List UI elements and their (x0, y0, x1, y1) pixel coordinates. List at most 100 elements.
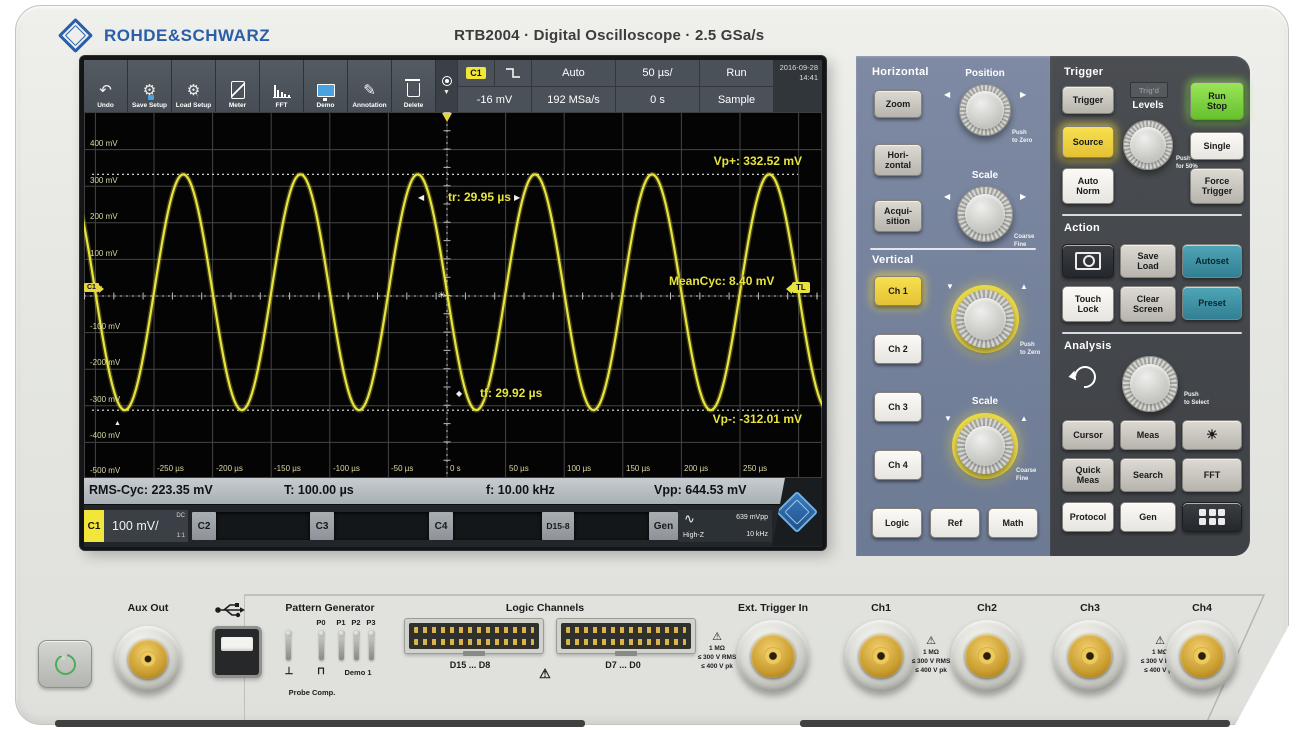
channel3-slot[interactable] (334, 512, 429, 540)
channel3-tab[interactable]: C3 (310, 512, 334, 540)
position-knob-label: Position (950, 68, 1020, 79)
display-settings-button[interactable]: ▼ (436, 60, 457, 112)
y-axis-label: -500 mV (90, 466, 120, 475)
horizontal-position-knob[interactable] (959, 84, 1011, 136)
intensity-button[interactable]: ☀ (1182, 420, 1242, 450)
navigation-knob-hint: Push to Select (1184, 392, 1209, 408)
channel1-level-marker[interactable]: C1 (84, 283, 99, 292)
undo-button[interactable]: ↶ Undo (84, 60, 128, 112)
generator-amplitude: 639 mVpp (736, 514, 768, 521)
channel1-button[interactable]: Ch 1 (874, 276, 922, 306)
channel2-tab[interactable]: C2 (192, 512, 216, 540)
meter-button[interactable]: Meter (216, 60, 260, 112)
screenshot-button[interactable] (1062, 244, 1114, 278)
cursor-button[interactable]: Cursor (1062, 420, 1114, 450)
p3-pin[interactable] (369, 630, 374, 660)
demo-button[interactable]: Demo (304, 60, 348, 112)
preset-button[interactable]: Preset (1182, 286, 1242, 320)
zoom-button[interactable]: Zoom (874, 90, 922, 118)
fft-button[interactable]: FFT (260, 60, 304, 112)
mean-cyc-annotation: MeanCyc: 8.40 mV (669, 274, 774, 288)
horizontal-scale-knob[interactable] (957, 186, 1013, 242)
channel4-tab[interactable]: C4 (429, 512, 453, 540)
acquisition-button[interactable]: Acqui- sition (874, 200, 922, 232)
apps-button[interactable] (1182, 502, 1242, 532)
p2-pin[interactable] (354, 630, 359, 660)
position-knob-hint: Push to Zero (1012, 130, 1032, 146)
single-button[interactable]: Single (1190, 132, 1244, 160)
ch2-connector[interactable] (951, 620, 1023, 692)
channel2-button[interactable]: Ch 2 (874, 334, 922, 364)
generator-info-cell[interactable]: ∿ High-Z 639 mVpp 10 kHz (678, 510, 772, 542)
trigger-level-marker[interactable]: TL (792, 282, 810, 293)
channel2-slot[interactable] (216, 512, 310, 540)
touch-lock-button[interactable]: Touch Lock (1062, 286, 1114, 322)
horizontal-button[interactable]: Hori- zontal (874, 144, 922, 176)
y-axis-label: -200 mV (90, 358, 120, 367)
logic-connector-d15-d8[interactable] (404, 618, 544, 654)
logic-connector-d7-d0[interactable] (556, 618, 696, 654)
trigger-level-knob[interactable] (1123, 120, 1173, 170)
fall-time-annotation: tf: 29.92 µs (480, 386, 542, 400)
vertical-offset-knob[interactable] (956, 290, 1014, 348)
waveform-area[interactable]: 400 mV 300 mV 200 mV 100 mV 0 V -100 mV … (84, 112, 822, 478)
meas-button[interactable]: Meas (1120, 420, 1176, 450)
quick-meas-button[interactable]: Quick Meas (1062, 458, 1114, 492)
horizontal-position-cell[interactable]: 0 s (615, 86, 699, 112)
trigger-slope-cell[interactable] (494, 60, 531, 86)
ch3-connector[interactable] (1054, 620, 1126, 692)
gen-button[interactable]: Gen (1120, 502, 1176, 532)
ch4-connector[interactable] (1166, 620, 1238, 692)
y-axis-label: 300 mV (90, 176, 118, 185)
trigger-level-cell[interactable]: -16 mV (457, 86, 531, 112)
power-button[interactable] (38, 640, 92, 688)
acquisition-mode-cell[interactable]: Sample (699, 86, 773, 112)
search-button[interactable]: Search (1120, 458, 1176, 492)
aux-out-connector[interactable] (115, 626, 181, 692)
blue-control-panel: Horizontal Zoom Hori- zontal Acqui- siti… (856, 56, 1052, 556)
channel4-slot[interactable] (453, 512, 542, 540)
save-load-button[interactable]: Save Load (1120, 244, 1176, 278)
logic-button[interactable]: Logic (872, 508, 922, 538)
fft-panel-button[interactable]: FFT (1182, 458, 1242, 492)
auto-norm-button[interactable]: Auto Norm (1062, 168, 1114, 204)
protocol-button[interactable]: Protocol (1062, 502, 1114, 532)
chevron-down-icon: ▼ (443, 89, 450, 96)
annotation-button[interactable]: ✎ Annotation (348, 60, 392, 112)
run-stop-button[interactable]: Run Stop (1190, 82, 1244, 120)
ext-trigger-connector[interactable] (737, 620, 809, 692)
generator-tab[interactable]: Gen (649, 512, 678, 540)
run-state-cell[interactable]: Run (699, 60, 773, 86)
p1-pin[interactable] (339, 630, 344, 660)
channel4-button[interactable]: Ch 4 (874, 450, 922, 480)
force-trigger-button[interactable]: Force Trigger (1190, 168, 1244, 204)
trigger-mode-cell[interactable]: Auto (531, 60, 615, 86)
timebase-cell[interactable]: 50 µs/ (615, 60, 699, 86)
usb-port[interactable] (212, 626, 262, 678)
channel3-button[interactable]: Ch 3 (874, 392, 922, 422)
trigger-source-cell[interactable]: C1 (457, 60, 494, 86)
save-setup-button[interactable]: ⚙ Save Setup (128, 60, 172, 112)
trigger-menu-button[interactable]: Trigger (1062, 86, 1114, 114)
p0-pin[interactable] (319, 630, 324, 660)
trigger-position-marker[interactable] (442, 113, 452, 122)
autoset-button[interactable]: Autoset (1182, 244, 1242, 278)
warning-icon: ⚠ (539, 666, 551, 682)
navigation-knob[interactable] (1122, 356, 1178, 412)
ref-button[interactable]: Ref (930, 508, 980, 538)
trigger-source-button[interactable]: Source (1062, 126, 1114, 158)
display-screen[interactable]: ↶ Undo ⚙ Save Setup ⚙↑ Load Setup Meter (80, 56, 826, 550)
load-setup-button[interactable]: ⚙↑ Load Setup (172, 60, 216, 112)
math-button[interactable]: Math (988, 508, 1038, 538)
screen-toolbar: ↶ Undo ⚙ Save Setup ⚙↑ Load Setup Meter (84, 60, 457, 112)
channel1-scale-cell[interactable]: 100 mV/ DC 1:1 (104, 510, 188, 542)
sample-rate-cell[interactable]: 192 MSa/s (531, 86, 615, 112)
delete-button[interactable]: Delete (392, 60, 436, 112)
channel1-tab[interactable]: C1 (84, 510, 104, 542)
digital-channels-tab[interactable]: D15-8 (542, 512, 574, 540)
clear-screen-button[interactable]: Clear Screen (1120, 286, 1176, 322)
digital-channels-slot[interactable] (574, 512, 649, 540)
vertical-scale-knob[interactable] (957, 418, 1013, 474)
channel1-probe: 1:1 (177, 533, 185, 539)
ground-pin[interactable] (286, 630, 291, 660)
